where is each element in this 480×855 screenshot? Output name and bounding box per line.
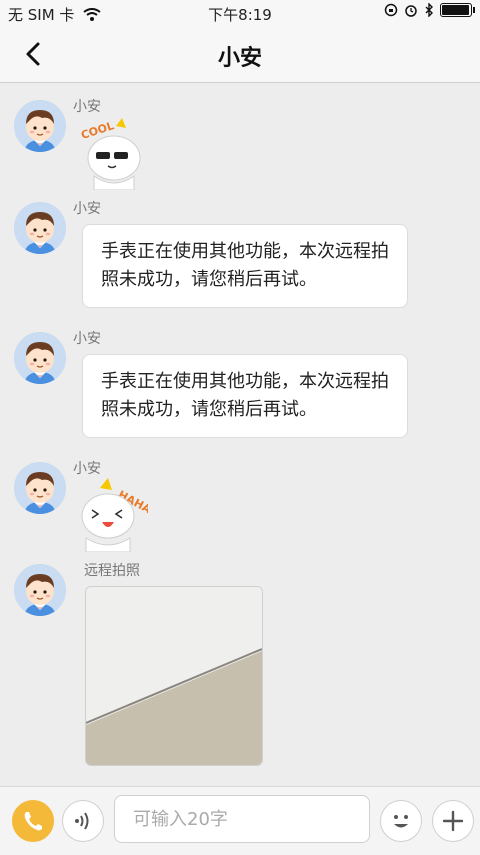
message-bubble[interactable]: 手表正在使用其他功能，本次远程拍照未成功，请您稍后再试。 bbox=[82, 224, 408, 308]
emoji-button[interactable] bbox=[380, 800, 422, 842]
remote-photo[interactable] bbox=[85, 586, 263, 766]
sender-name: 小安 bbox=[73, 331, 101, 347]
sender-name: 小安 bbox=[73, 99, 101, 115]
plus-icon bbox=[442, 810, 464, 832]
voice-button[interactable] bbox=[62, 800, 104, 842]
message-input[interactable] bbox=[114, 795, 370, 843]
call-button[interactable] bbox=[12, 800, 54, 842]
voice-icon bbox=[75, 812, 89, 830]
sticker-image[interactable]: COOL bbox=[78, 114, 148, 190]
avatar bbox=[14, 332, 66, 384]
chat-header: 小安 bbox=[0, 26, 480, 83]
battery-icon bbox=[440, 3, 475, 17]
bluetooth-icon bbox=[425, 3, 433, 17]
alarm-icon bbox=[405, 5, 417, 17]
phone-icon bbox=[24, 812, 42, 831]
emoji-icon bbox=[394, 815, 408, 828]
input-bar bbox=[0, 786, 480, 855]
avatar bbox=[14, 100, 66, 152]
more-button[interactable] bbox=[432, 800, 474, 842]
status-bar: 无 SIM 卡 下午8:19 bbox=[0, 0, 480, 26]
avatar bbox=[14, 202, 66, 254]
sender-name: 小安 bbox=[73, 461, 101, 477]
message-bubble[interactable]: 手表正在使用其他功能，本次远程拍照未成功，请您稍后再试。 bbox=[82, 354, 408, 438]
page-title: 小安 bbox=[217, 46, 262, 71]
avatar bbox=[14, 462, 66, 514]
sticker-image[interactable]: HAHA bbox=[78, 476, 148, 552]
sender-name: 小安 bbox=[73, 201, 101, 217]
orientation-lock-icon bbox=[384, 3, 398, 17]
status-icons bbox=[384, 3, 475, 17]
sender-name: 远程拍照 bbox=[84, 563, 140, 579]
avatar bbox=[14, 564, 66, 616]
